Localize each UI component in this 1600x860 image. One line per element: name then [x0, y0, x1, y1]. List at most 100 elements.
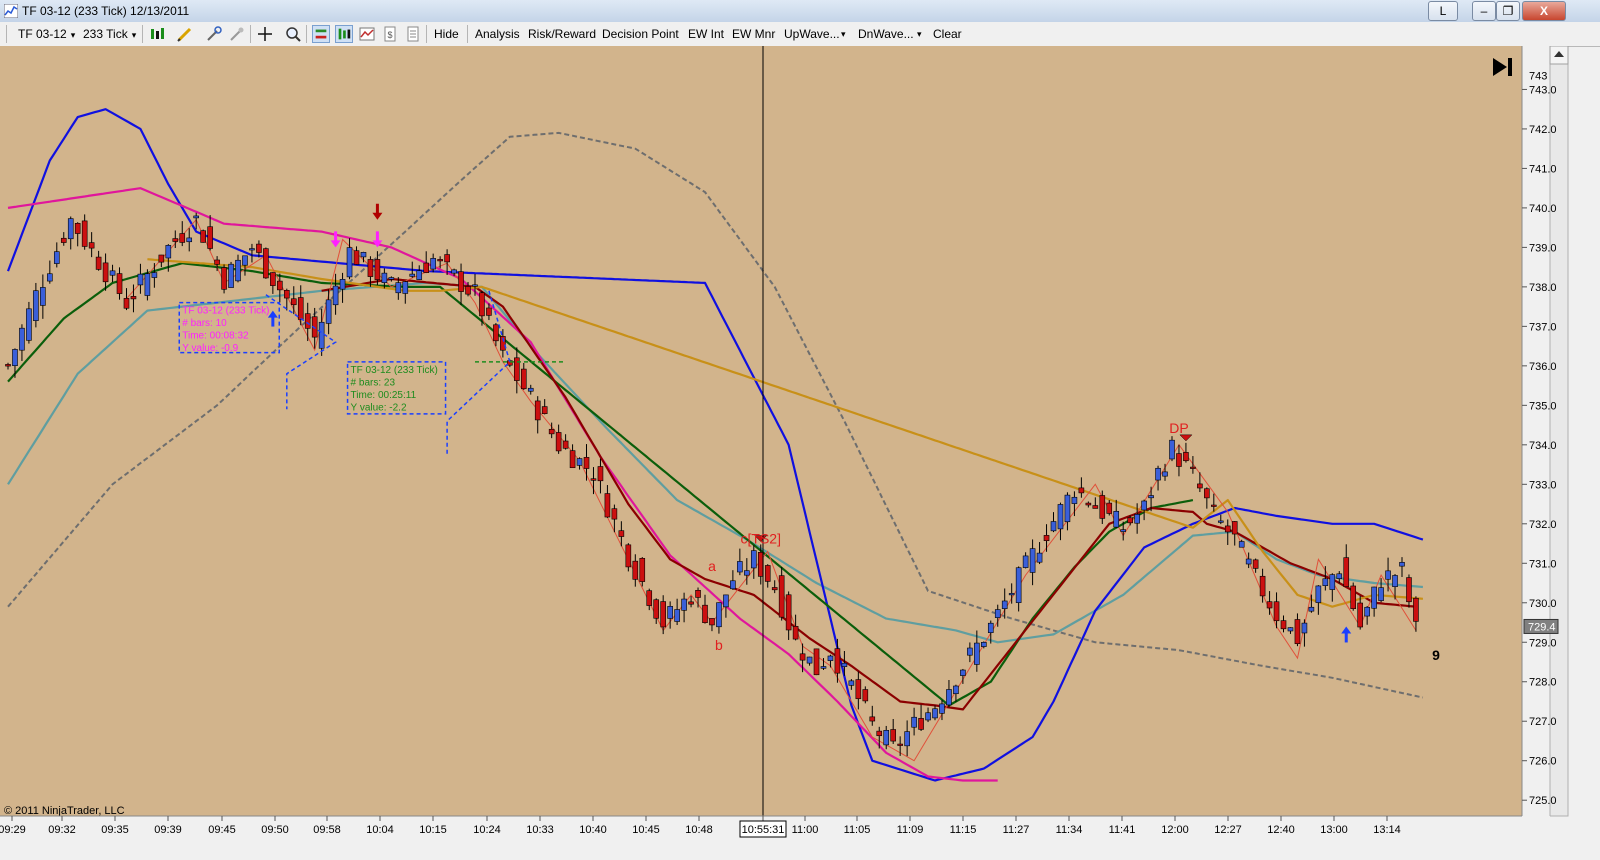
bull-candle: [960, 669, 966, 676]
time-tick-label: 09:58: [313, 824, 341, 836]
arrow-shaft: [334, 231, 338, 242]
bull-candle: [47, 273, 53, 282]
upwave-dropdown-icon[interactable]: ▾: [841, 25, 846, 43]
bull-candle: [1399, 562, 1405, 567]
bull-candle: [730, 580, 736, 590]
chart-scrollbar[interactable]: [1549, 46, 1569, 817]
bull-candle: [1301, 622, 1308, 634]
price-tick-label: 725.0: [1529, 795, 1557, 807]
data-box-icon[interactable]: $: [381, 25, 399, 43]
bear-candle: [702, 604, 708, 623]
decision-point-button[interactable]: Decision Point: [602, 25, 679, 43]
properties-icon[interactable]: [205, 25, 223, 43]
bull-candle: [242, 255, 248, 266]
bull-candle: [939, 703, 945, 714]
bear-candle: [590, 478, 597, 481]
bull-candle: [109, 270, 116, 276]
measure-info-text: TF 03-12 (233 Tick): [351, 365, 438, 376]
bull-candle: [249, 248, 255, 251]
bull-candle: [472, 284, 478, 287]
risk-reward-button[interactable]: Risk/Reward: [528, 25, 596, 43]
bull-candle: [1238, 541, 1245, 548]
time-tick-label: 12:40: [1267, 824, 1295, 836]
bear-candle: [1190, 466, 1196, 469]
bear-candle: [74, 222, 81, 234]
bear-candle: [172, 238, 179, 242]
price-tick-label: 742.0: [1529, 124, 1557, 136]
bar-type-icon[interactable]: [149, 25, 167, 43]
hide-button[interactable]: Hide: [434, 25, 459, 43]
toolbar-separator: [426, 25, 427, 43]
copy-icon[interactable]: [404, 25, 422, 43]
bear-candle: [1092, 505, 1099, 509]
bear-candle: [1252, 559, 1259, 569]
bear-candle: [604, 493, 611, 518]
bear-candle: [1197, 483, 1203, 489]
time-tick-label: 11:05: [844, 824, 871, 836]
crosshair-icon[interactable]: [256, 25, 274, 43]
bear-candle: [555, 432, 562, 452]
bear-candle: [290, 298, 297, 306]
bull-candle: [186, 237, 193, 243]
bear-candle: [709, 618, 715, 626]
time-tick-label: 11:15: [950, 824, 977, 836]
close-button[interactable]: X: [1522, 1, 1566, 21]
ew-int-button[interactable]: EW Int: [688, 25, 724, 43]
bear-candle: [1183, 452, 1189, 462]
toolbar-separator: [142, 25, 143, 43]
dnwave-dropdown-icon[interactable]: ▾: [917, 25, 922, 43]
price-tick-label: 726.0: [1529, 756, 1557, 768]
zoom-icon[interactable]: [284, 25, 302, 43]
indicators-icon[interactable]: [358, 25, 376, 43]
layout-button[interactable]: L: [1428, 1, 1458, 21]
bull-candle: [994, 609, 1001, 618]
bear-candle: [1099, 495, 1106, 519]
upwave-button[interactable]: UpWave...: [784, 25, 840, 43]
data-series-icon[interactable]: [335, 25, 353, 43]
bear-candle: [158, 254, 165, 263]
time-tick-label: 12:00: [1161, 824, 1189, 836]
bear-candle: [5, 364, 11, 367]
measure-info-text: Time: 00:08:32: [182, 331, 249, 342]
bear-candle: [95, 256, 102, 270]
analysis-button[interactable]: Analysis: [475, 25, 520, 43]
drawing-pencil-icon[interactable]: [176, 25, 194, 43]
bull-candle: [1364, 606, 1370, 617]
time-tick-label: 11:34: [1056, 824, 1083, 836]
clear-button[interactable]: Clear: [933, 25, 962, 43]
bear-candle: [1127, 517, 1133, 524]
time-tick-label: 09:50: [261, 824, 289, 836]
time-tick-label: 10:48: [685, 824, 713, 836]
minimize-button[interactable]: –: [1472, 1, 1496, 21]
price-tick-label: 732.0: [1529, 519, 1557, 531]
bull-candle: [1385, 570, 1391, 580]
chart-toolbar: TF 03-12 233 Tick $ Hide Analysis Risk/R…: [0, 22, 1600, 47]
bull-candle: [40, 287, 46, 306]
bull-candle: [1036, 552, 1043, 563]
bull-candle: [1050, 521, 1057, 532]
bull-candle: [53, 251, 60, 264]
toolbar-separator: [306, 25, 307, 43]
price-tick-label: 735.0: [1529, 400, 1557, 412]
ew-mnr-button[interactable]: EW Mnr: [732, 25, 775, 43]
strategy-icon[interactable]: [228, 25, 246, 43]
instrument-selector[interactable]: TF 03-12: [18, 25, 75, 43]
bear-candle: [81, 220, 88, 247]
bear-candle: [583, 457, 590, 469]
bull-candle: [165, 245, 172, 259]
bull-candle: [1008, 593, 1015, 596]
bear-candle: [179, 233, 186, 243]
price-chart[interactable]: TF 03-12 (233 Tick)# bars: 10Time: 00:08…: [0, 46, 1600, 860]
bear-candle: [214, 259, 220, 265]
chart-trader-icon[interactable]: [312, 25, 330, 43]
bull-candle: [1336, 573, 1343, 579]
interval-selector[interactable]: 233 Tick: [83, 25, 136, 43]
price-tick-label: 729.0: [1529, 637, 1557, 649]
dnwave-button[interactable]: DnWave...: [858, 25, 914, 43]
bull-candle: [1371, 586, 1377, 609]
bear-candle: [611, 508, 618, 520]
chart-plot-area[interactable]: [0, 46, 1522, 816]
maximize-button[interactable]: ❐: [1496, 1, 1520, 21]
bull-candle: [1155, 467, 1161, 481]
bear-candle: [88, 242, 95, 249]
